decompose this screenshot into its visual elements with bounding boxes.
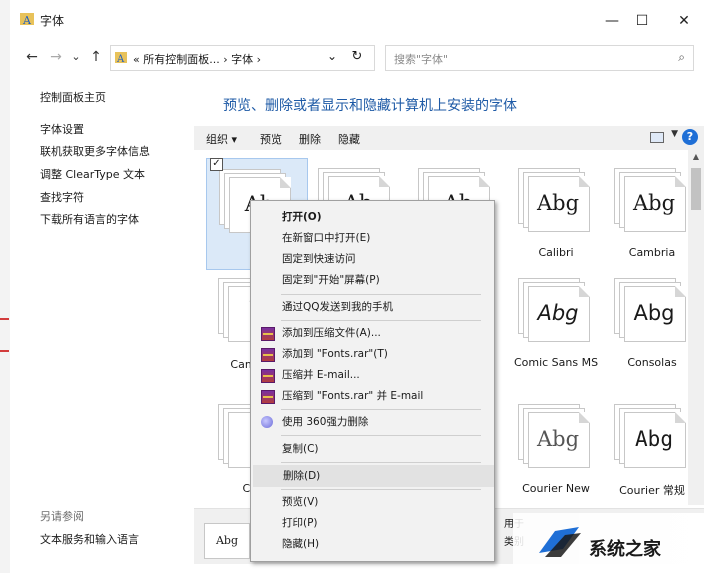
scroll-up-arrow-icon[interactable]: ▲ [688,152,704,161]
menu-separator [281,489,481,490]
font-sample: Abg [632,191,676,215]
address-breadcrumb[interactable]: « 所有控制面板... › 字体 › [133,51,261,67]
menu-separator [281,294,481,295]
fonts-folder-icon: A [115,52,127,64]
menu-item-pin-quick-access[interactable]: 固定到快速访问 [253,249,492,269]
title-bar: A 字体 — ☐ ✕ [10,0,712,40]
up-button[interactable]: ↑ [88,48,104,66]
change-view-icon[interactable] [650,132,664,143]
context-menu: 打开(O) 在新窗口中打开(E) 固定到快速访问 固定到"开始"屏幕(P) 通过… [250,200,495,562]
menu-separator [281,462,481,463]
hide-button[interactable]: 隐藏 [338,131,360,147]
winrar-icon [261,327,275,341]
selection-checkbox[interactable]: ✓ [210,158,223,171]
menu-item-delete[interactable]: 删除(D) [253,465,494,487]
search-placeholder: 搜索"字体" [394,53,449,66]
scroll-thumb[interactable] [691,168,701,210]
font-tile[interactable]: Abg Consolas [602,268,702,378]
menu-item-copy[interactable]: 复制(C) [253,439,492,459]
font-sample: Abg [536,427,580,451]
menu-item-print[interactable]: 打印(P) [253,513,492,533]
back-button[interactable]: ← [24,48,40,66]
search-input[interactable]: 搜索"字体" ⌕ [385,45,694,71]
font-sample: Abg [635,427,673,451]
close-button[interactable]: ✕ [674,12,694,30]
shield-360-icon [261,416,273,428]
left-task-panel: 控制面板主页 字体设置 联机获取更多字体信息 调整 ClearType 文本 查… [10,74,185,573]
control-panel-home-link[interactable]: 控制面板主页 [40,89,106,105]
background-red-line [0,318,9,320]
adjust-cleartype-link[interactable]: 调整 ClearType 文本 [40,166,145,182]
font-name: Courier New [522,482,590,495]
minimize-button[interactable]: — [602,12,622,30]
details-font-preview: Abg [204,523,250,559]
delete-button[interactable]: 删除 [299,131,321,147]
address-dropdown[interactable]: ⌄ [327,49,337,63]
font-name: Cambria [628,246,676,259]
vertical-scrollbar[interactable]: ▲ [688,150,704,505]
watermark-text: 系统之家 [589,539,661,560]
watermark-logo-icon [539,527,581,557]
search-icon: ⌕ [678,50,685,64]
font-sample: Abg [536,191,580,215]
winrar-icon [261,369,275,383]
menu-item-preview[interactable]: 预览(V) [253,492,492,512]
font-tile[interactable]: Abg Courier 常规 [602,394,702,504]
font-name: Consolas [627,356,677,369]
background-red-line [0,350,9,352]
font-name: Courier 常规 [619,484,685,497]
menu-item-compress-email[interactable]: 压缩并 E-mail... [253,365,492,385]
menu-item-add-archive[interactable]: 添加到压缩文件(A)... [253,323,492,343]
forward-button[interactable]: → [48,48,64,66]
watermark: 系统之家 [513,513,712,573]
menu-item-open[interactable]: 打开(O) [253,207,492,227]
menu-item-send-qq[interactable]: 通过QQ发送到我的手机 [253,297,492,317]
menu-item-open-new-window[interactable]: 在新窗口中打开(E) [253,228,492,248]
menu-item-hide[interactable]: 隐藏(H) [253,534,492,554]
recent-locations-dropdown[interactable]: ⌄ [68,48,84,66]
view-options-dropdown[interactable]: ▼ [671,129,678,139]
font-tile[interactable]: Abg Courier New [506,394,606,504]
menu-item-compress-fonts-email[interactable]: 压缩到 "Fonts.rar" 并 E-mail [253,386,492,406]
see-also-heading: 另请参阅 [40,510,84,523]
find-character-link[interactable]: 查找字符 [40,189,84,205]
get-more-font-info-link[interactable]: 联机获取更多字体信息 [40,143,150,159]
refresh-button[interactable]: ↻ [347,49,367,64]
font-name: Calibri [538,246,574,259]
menu-separator [281,320,481,321]
window-title: 字体 [40,14,65,28]
page-heading: 预览、删除或者显示和隐藏计算机上安装的字体 [223,98,517,114]
winrar-icon [261,390,275,404]
menu-item-360-force-delete[interactable]: 使用 360强力删除 [253,412,492,432]
text-services-link[interactable]: 文本服务和输入语言 [40,531,139,547]
font-sample: Abg [537,301,579,325]
maximize-button[interactable]: ☐ [632,12,652,30]
winrar-icon [261,348,275,362]
address-row: ← → ⌄ ↑ A « 所有控制面板... › 字体 › ⌄ ↻ 搜索"字体" … [10,40,712,74]
help-icon[interactable]: ? [682,129,698,145]
font-name: Comic Sans MS [513,356,599,369]
menu-item-pin-start[interactable]: 固定到"开始"屏幕(P) [253,270,492,290]
svg-text:A: A [22,14,32,26]
command-bar: 组织 ▾ 预览 删除 隐藏 ▼ ? [194,126,704,150]
svg-text:A: A [116,54,125,64]
download-all-fonts-link[interactable]: 下载所有语言的字体 [40,211,139,227]
address-bar[interactable]: A « 所有控制面板... › 字体 › ⌄ ↻ [110,45,375,71]
preview-button[interactable]: 预览 [260,131,282,147]
menu-separator [281,409,481,410]
font-sample: Abg [633,301,675,325]
menu-item-add-fonts-rar[interactable]: 添加到 "Fonts.rar"(T) [253,344,492,364]
fonts-folder-icon: A [20,13,34,26]
organize-menu[interactable]: 组织 ▾ [206,131,237,147]
font-settings-link[interactable]: 字体设置 [40,121,84,137]
menu-separator [281,435,481,436]
font-tile[interactable]: Abg Comic Sans MS [506,268,606,378]
font-tile[interactable]: Abg Cambria [602,158,702,268]
font-tile[interactable]: Abg Calibri [506,158,606,268]
